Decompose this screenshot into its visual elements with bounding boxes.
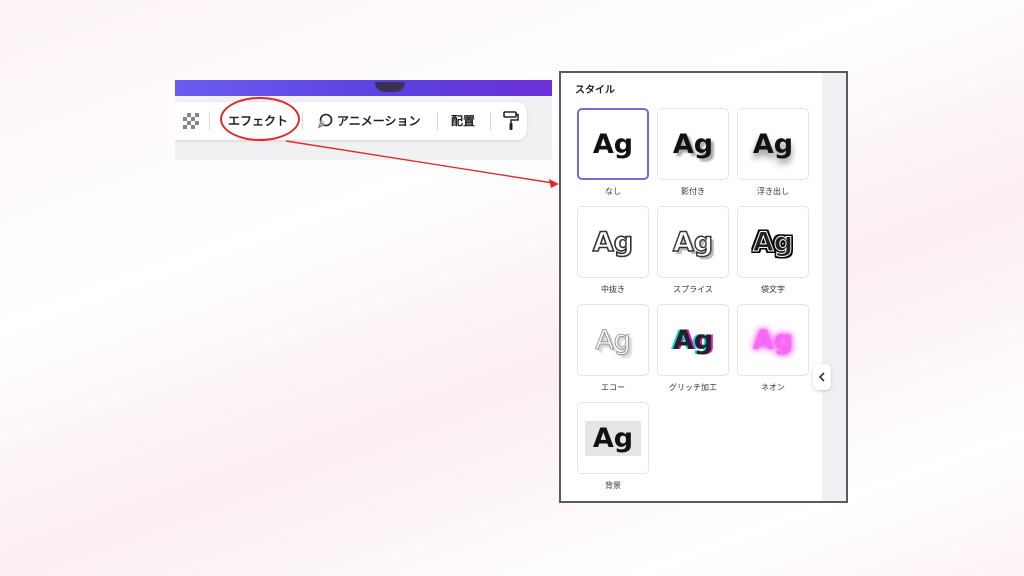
style-sample: Ag — [592, 128, 634, 160]
style-label: ネオン — [761, 383, 785, 392]
style-panel: スタイル Ag なし Ag 影付き Ag 浮き出し Ag 中抜き Ag スプライ… — [559, 71, 848, 503]
style-label: 中抜き — [601, 285, 625, 294]
animation-button[interactable]: アニメーション — [337, 112, 421, 129]
style-label: グリッチ加工 — [669, 383, 717, 392]
panel-title: スタイル — [575, 85, 615, 96]
style-tile-echo[interactable]: Ag — [577, 304, 649, 376]
style-tile-glitch[interactable]: Ag — [657, 304, 729, 376]
style-sample: Ag — [592, 226, 634, 258]
chevron-left-icon — [818, 372, 825, 382]
style-tile-outline[interactable]: Ag — [737, 206, 809, 278]
panel-scrollbar[interactable] — [822, 73, 846, 501]
toolbar-divider — [490, 112, 491, 130]
style-sample: Ag — [672, 226, 714, 258]
style-sample: Ag — [752, 226, 794, 258]
toolbar-divider — [209, 112, 210, 130]
position-button[interactable]: 配置 — [451, 112, 475, 129]
toolbar-divider — [437, 112, 438, 130]
checkerboard-icon[interactable] — [183, 113, 199, 129]
toolbar-divider — [302, 112, 303, 130]
paint-roller-icon[interactable] — [503, 111, 519, 131]
style-tile-shadow[interactable]: Ag — [657, 108, 729, 180]
style-sample: Ag — [752, 324, 794, 356]
style-label: 影付き — [681, 187, 705, 196]
style-tile-none[interactable]: Ag — [577, 108, 649, 180]
collapse-panel-button[interactable] — [813, 364, 831, 390]
style-label: なし — [605, 187, 621, 196]
style-tile-background[interactable]: Ag — [577, 402, 649, 474]
style-sample: Ag — [672, 128, 714, 160]
style-tile-hollow[interactable]: Ag — [577, 206, 649, 278]
highlight-oval — [220, 97, 300, 141]
style-sample: Ag — [752, 128, 794, 160]
style-label: 背景 — [605, 481, 621, 490]
editor-header-bar — [175, 80, 552, 96]
style-sample: Ag — [672, 324, 714, 356]
style-tile-neon[interactable]: Ag — [737, 304, 809, 376]
animation-icon[interactable] — [316, 112, 334, 130]
style-sample: Ag — [595, 324, 631, 356]
style-label: エコー — [601, 383, 625, 392]
style-tile-lift[interactable]: Ag — [737, 108, 809, 180]
style-label: 浮き出し — [757, 187, 789, 196]
header-handle — [375, 82, 405, 92]
style-tile-splice[interactable]: Ag — [657, 206, 729, 278]
style-label: スプライス — [673, 285, 713, 294]
style-label: 袋文字 — [761, 285, 785, 294]
style-sample: Ag — [584, 420, 642, 456]
